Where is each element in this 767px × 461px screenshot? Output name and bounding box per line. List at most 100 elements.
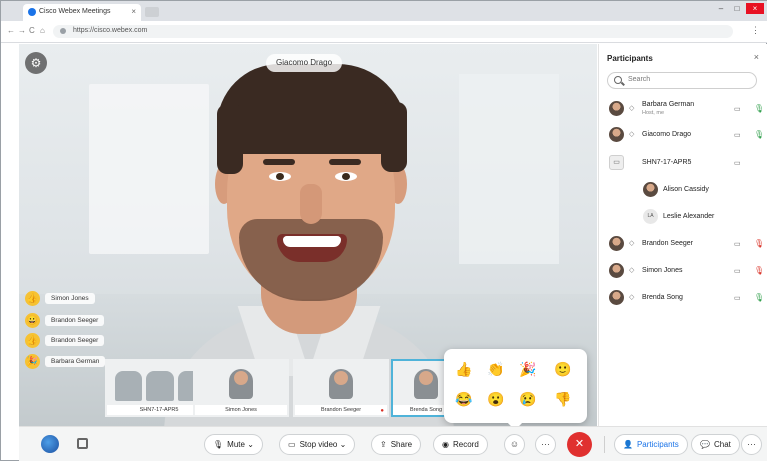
speaker-hair: [217, 64, 407, 154]
thumbs-up-icon: 👍: [25, 332, 40, 348]
participant-video-thumb: [414, 369, 438, 399]
camera-icon: ▭: [734, 160, 741, 167]
participant-name: Barbara German: [642, 101, 695, 108]
smile-reaction-icon[interactable]: 🙂: [553, 359, 573, 379]
filmstrip-tile-label: Simon Jones: [195, 405, 287, 415]
avatar: [609, 127, 624, 142]
person-icon: 👤: [623, 440, 633, 449]
share-label: Share: [390, 440, 413, 449]
toolbar-divider: [604, 436, 605, 453]
celebrate-reaction-icon[interactable]: 🎉: [518, 359, 538, 379]
participant-row[interactable]: ◇ Brandon Seeger ▭ 🎙: [599, 233, 767, 255]
chevron-down-icon[interactable]: ⌄: [247, 440, 254, 449]
participant-row[interactable]: ◇ Barbara German Host, me ▭ 🎙: [599, 98, 767, 120]
mic-icon[interactable]: 🎙: [754, 104, 764, 113]
chevron-down-icon[interactable]: ⌄: [340, 440, 347, 449]
participant-name: Leslie Alexander: [663, 213, 715, 220]
speaker-hair: [217, 104, 243, 174]
participant-row[interactable]: LA Leslie Alexander: [599, 206, 767, 228]
participant-row[interactable]: ▭ SHN7-17-APR5 ▭: [599, 152, 767, 174]
share-screen-icon: ⇪: [380, 440, 387, 449]
filmstrip-tile[interactable]: Brandon Seeger ●: [293, 359, 389, 417]
avatar: [609, 263, 624, 278]
record-button[interactable]: ◉ Record: [433, 434, 488, 455]
new-tab-button[interactable]: [145, 7, 159, 17]
muted-mic-icon[interactable]: 🎙: [754, 266, 764, 275]
sad-reaction-icon[interactable]: 😢: [518, 389, 538, 409]
filmstrip-tile[interactable]: Simon Jones: [193, 359, 289, 417]
reaction-feed-item: 😀 Brandon Seeger: [25, 312, 105, 328]
participant-row[interactable]: ◇ Brenda Song ▭ 🎙: [599, 287, 767, 309]
chat-bubble-icon: 💬: [700, 440, 710, 449]
more-options-button[interactable]: ···: [535, 434, 556, 455]
avatar: [609, 101, 624, 116]
browser-tab[interactable]: Cisco Webex Meetings ×: [23, 4, 141, 21]
mute-button[interactable]: 🎙 Mute ⌄: [204, 434, 263, 455]
tab-close-icon[interactable]: ×: [131, 7, 136, 16]
participant-name: Brenda Song: [642, 294, 683, 301]
reaction-feed-item: 👍 Brandon Seeger: [25, 332, 105, 348]
participant-video-thumb: [229, 369, 253, 399]
settings-gear-icon[interactable]: ⚙: [25, 52, 47, 74]
chat-label: Chat: [713, 440, 731, 449]
speaker-eye: [335, 172, 357, 181]
reaction-sender-name: Brandon Seeger: [45, 314, 105, 326]
stop-video-button[interactable]: ▭ Stop video ⌄: [279, 434, 356, 455]
speaker-eyebrow: [329, 159, 361, 165]
participant-row[interactable]: ◇ Giacomo Drago ▭ 🎙: [599, 124, 767, 146]
mic-icon[interactable]: 🎙: [754, 293, 764, 302]
participant-name: SHN7-17-APR5: [642, 159, 692, 166]
meeting-control-bar: 🎙 Mute ⌄ ▭ Stop video ⌄ ⇪ Share ◉ Record ☺ ·…: [19, 426, 767, 461]
presenter-icon: ◇: [629, 131, 635, 138]
tab-title: Cisco Webex Meetings: [39, 8, 111, 15]
clap-reaction-icon[interactable]: 👏: [486, 359, 506, 379]
home-icon[interactable]: ⌂: [40, 26, 45, 35]
avatar: LA: [643, 209, 658, 224]
participant-row[interactable]: ◇ Simon Jones ▭ 🎙: [599, 260, 767, 282]
webex-favicon-icon: [28, 8, 36, 16]
muted-mic-icon[interactable]: 🎙: [754, 239, 764, 248]
reaction-feed-item: 👍 Simon Jones: [25, 290, 95, 306]
participant-name: Giacomo Drago: [642, 131, 692, 138]
panel-close-icon[interactable]: ×: [754, 52, 759, 62]
participants-panel-title: Participants: [607, 54, 653, 63]
maximize-button[interactable]: □: [730, 3, 744, 14]
thumbs-down-reaction-icon[interactable]: 👎: [553, 389, 573, 409]
search-placeholder: Search: [628, 76, 651, 83]
microphone-icon: 🎙: [213, 440, 224, 449]
participant-row[interactable]: Alison Cassidy: [599, 179, 767, 201]
reaction-sender-name: Brandon Seeger: [45, 334, 105, 346]
surprised-reaction-icon[interactable]: 😮: [486, 389, 506, 409]
reload-icon[interactable]: C: [29, 26, 35, 35]
overflow-menu-button[interactable]: ···: [741, 434, 762, 455]
laugh-reaction-icon[interactable]: 😂: [454, 389, 474, 409]
presenter-icon: ◇: [629, 294, 635, 301]
speaker-nose: [300, 184, 322, 224]
participant-search-input[interactable]: Search: [607, 72, 757, 89]
participant-name: Brandon Seeger: [642, 240, 693, 247]
layout-grid-icon[interactable]: [77, 438, 88, 449]
chat-button[interactable]: 💬 Chat: [691, 434, 740, 455]
active-speaker-name: Giacomo Drago: [266, 54, 343, 72]
window-close-button[interactable]: ×: [746, 3, 764, 14]
reaction-sender-name: Simon Jones: [45, 292, 95, 304]
camera-icon: ▭: [734, 106, 741, 113]
leave-meeting-button[interactable]: ✕: [567, 432, 592, 457]
camera-icon: ▭: [734, 268, 741, 275]
tab-strip: Cisco Webex Meetings × – □ ×: [1, 1, 767, 21]
minimize-button[interactable]: –: [714, 3, 728, 14]
mute-label: Mute: [227, 440, 245, 449]
browser-menu-icon[interactable]: ⋮: [751, 25, 760, 36]
share-button[interactable]: ⇪ Share: [371, 434, 422, 455]
mic-icon[interactable]: 🎙: [754, 130, 764, 139]
reactions-button[interactable]: ☺: [504, 434, 525, 455]
back-arrow-icon[interactable]: ←: [7, 26, 15, 35]
participants-toggle-button[interactable]: 👤 Participants: [614, 434, 688, 455]
participant-video-thumb: [329, 369, 353, 399]
webex-logo-icon[interactable]: [41, 435, 59, 453]
participant-name: Alison Cassidy: [663, 186, 709, 193]
filmstrip-tile-label: Brandon Seeger: [295, 405, 387, 415]
thumbs-up-reaction-icon[interactable]: 👍: [454, 359, 474, 379]
url-field[interactable]: https://cisco.webex.com: [53, 25, 733, 38]
forward-arrow-icon[interactable]: →: [18, 26, 26, 35]
